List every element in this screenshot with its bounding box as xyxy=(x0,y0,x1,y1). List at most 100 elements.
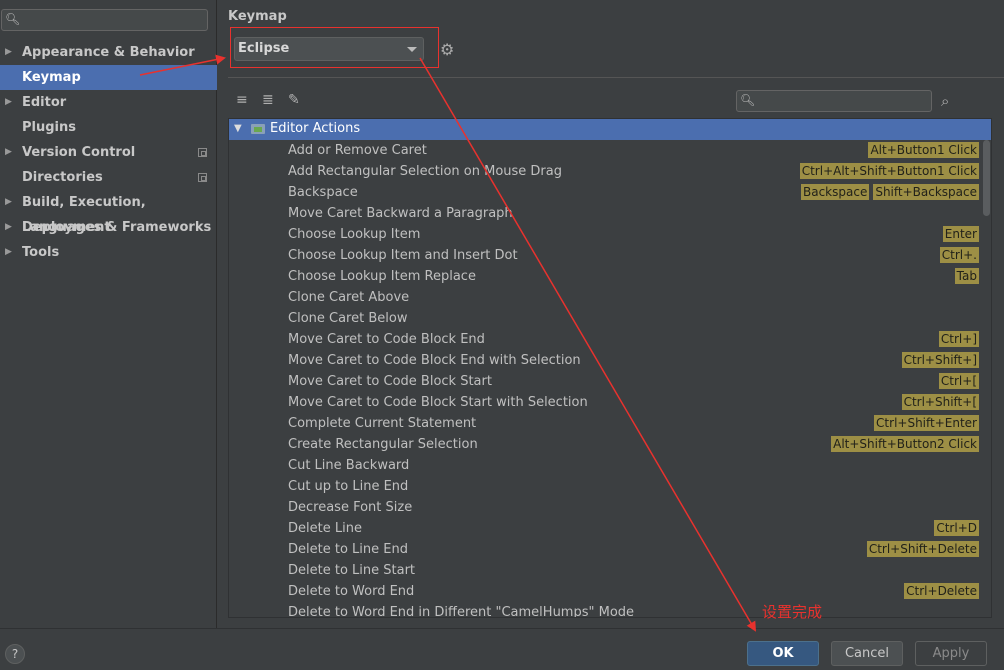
sidebar-item-directories[interactable]: Directories xyxy=(0,165,217,190)
shortcut-list: Ctrl+. xyxy=(939,247,979,263)
sidebar-item-plugins[interactable]: Plugins xyxy=(0,115,217,140)
sidebar-item-build-execution-deployment[interactable]: ▶ Build, Execution, Deployment xyxy=(0,190,217,235)
shortcut-list: Ctrl+[ xyxy=(938,373,979,389)
shortcut-list: Ctrl+Delete xyxy=(904,583,979,599)
action-name: Move Caret to Code Block End with Select… xyxy=(288,353,581,368)
sidebar-item-label: Languages & Frameworks xyxy=(22,220,212,235)
tree-row[interactable]: Move Caret to Code Block End Ctrl+] xyxy=(229,329,981,350)
chevron-right-icon[interactable]: ▶ xyxy=(5,40,12,65)
shortcut-list: Ctrl+Shift+] xyxy=(901,352,979,368)
edit-icon[interactable]: ✎ xyxy=(288,92,300,108)
shortcut-badge: Enter xyxy=(942,226,979,242)
action-name: Decrease Font Size xyxy=(288,500,413,515)
chevron-right-icon[interactable]: ▶ xyxy=(5,240,12,265)
shortcut-badge: Ctrl+Alt+Shift+Button1 Click xyxy=(799,163,979,179)
apply-button[interactable]: Apply xyxy=(915,641,987,666)
action-name: Choose Lookup Item xyxy=(288,227,421,242)
tree-row[interactable]: Clone Caret Below xyxy=(229,308,981,329)
shortcut-list: Enter xyxy=(942,226,979,242)
tree-row[interactable]: Move Caret to Code Block End with Select… xyxy=(229,350,981,371)
shortcut-list: Ctrl+] xyxy=(938,331,979,347)
collapse-all-icon[interactable]: ≣ xyxy=(262,92,274,108)
search-icon: 🔍︎ xyxy=(740,93,756,107)
sidebar-item-label: Version Control xyxy=(22,145,136,160)
cancel-button[interactable]: Cancel xyxy=(831,641,903,666)
shortcut-list: Ctrl+Shift+[ xyxy=(901,394,979,410)
tree-group-label: Editor Actions xyxy=(270,121,361,136)
divider xyxy=(228,77,1004,78)
shortcut-badge: Ctrl+] xyxy=(938,331,979,347)
tree-row[interactable]: Delete to Word End Ctrl+Delete xyxy=(229,581,981,602)
shortcut-list: Alt+Button1 Click xyxy=(868,142,979,158)
tree-row[interactable]: Choose Lookup Item Replace Tab xyxy=(229,266,981,287)
sidebar-item-appearance-behavior[interactable]: ▶ Appearance & Behavior xyxy=(0,40,217,65)
shortcut-badge: Ctrl+Shift+] xyxy=(901,352,979,368)
sidebar-item-label: Directories xyxy=(22,170,103,185)
shortcut-badge: Alt+Shift+Button2 Click xyxy=(831,436,979,452)
tree-row[interactable]: Move Caret to Code Block Start with Sele… xyxy=(229,392,981,413)
tree-row[interactable]: Add or Remove Caret Alt+Button1 Click xyxy=(229,140,981,161)
sidebar-item-keymap[interactable]: Keymap xyxy=(0,65,217,90)
sidebar-item-label: Appearance & Behavior xyxy=(22,45,195,60)
action-name: Choose Lookup Item and Insert Dot xyxy=(288,248,518,263)
chevron-right-icon[interactable]: ▶ xyxy=(5,140,12,165)
tree-row[interactable]: Delete to Word End in Different "CamelHu… xyxy=(229,602,981,617)
sidebar-search-input[interactable]: 🔍︎ xyxy=(1,9,208,31)
tree-row[interactable]: Cut Line Backward xyxy=(229,455,981,476)
action-name: Move Caret to Code Block Start with Sele… xyxy=(288,395,588,410)
shortcut-badge: Shift+Backspace xyxy=(873,184,979,200)
tree-row[interactable]: Decrease Font Size xyxy=(229,497,981,518)
tree-row[interactable]: Move Caret Backward a Paragraph xyxy=(229,203,981,224)
tree-row[interactable]: Add Rectangular Selection on Mouse Drag C… xyxy=(229,161,981,182)
shortcut-list: Ctrl+Alt+Shift+Button1 Click xyxy=(799,163,979,179)
shortcut-badge: Backspace xyxy=(800,184,870,200)
tree-group-row[interactable]: ▼ Editor Actions xyxy=(229,119,991,140)
vertical-scrollbar[interactable] xyxy=(983,140,990,216)
project-scope-icon xyxy=(198,173,207,182)
shortcut-badge: Ctrl+Shift+Enter xyxy=(874,415,979,431)
sidebar-item-editor[interactable]: ▶ Editor xyxy=(0,90,217,115)
tree-row[interactable]: Create Rectangular Selection Alt+Shift+Bu… xyxy=(229,434,981,455)
find-by-shortcut-icon[interactable]: ⌕ xyxy=(941,92,949,110)
tree-row[interactable]: Delete Line Ctrl+D xyxy=(229,518,981,539)
tree-row[interactable]: Clone Caret Above xyxy=(229,287,981,308)
tree-row[interactable]: Complete Current Statement Ctrl+Shift+Ent… xyxy=(229,413,981,434)
shortcut-badge: Ctrl+D xyxy=(934,520,979,536)
project-scope-icon xyxy=(198,148,207,157)
tree-row[interactable]: Choose Lookup Item Enter xyxy=(229,224,981,245)
tree-row[interactable]: Delete to Line Start xyxy=(229,560,981,581)
action-name: Delete Line xyxy=(288,521,362,536)
annotation-label: 设置完成 xyxy=(762,603,823,621)
chevron-right-icon[interactable]: ▶ xyxy=(5,190,12,215)
gear-icon[interactable]: ⚙ xyxy=(440,40,454,59)
action-name: Cut up to Line End xyxy=(288,479,409,494)
sidebar-item-label: Editor xyxy=(22,95,67,110)
expand-triangle-icon[interactable]: ▼ xyxy=(234,119,242,139)
chevron-right-icon[interactable]: ▶ xyxy=(5,90,12,115)
keymap-search-input[interactable]: 🔍︎ xyxy=(736,90,932,112)
chevron-right-icon[interactable]: ▶ xyxy=(5,215,12,240)
tree-row[interactable]: Backspace Backspace Shift+Backspace xyxy=(229,182,981,203)
action-name: Cut Line Backward xyxy=(288,458,410,473)
expand-all-icon[interactable]: ≡ xyxy=(236,92,248,108)
action-name: Backspace xyxy=(288,185,358,200)
keymap-tree[interactable]: ▼ Editor Actions Add or Remove Caret Alt+… xyxy=(228,118,992,618)
folder-icon xyxy=(251,124,265,134)
tree-row[interactable]: Move Caret to Code Block Start Ctrl+[ xyxy=(229,371,981,392)
shortcut-list: Ctrl+D xyxy=(934,520,979,536)
action-name: Clone Caret Above xyxy=(288,290,410,305)
help-button[interactable]: ? xyxy=(5,644,25,664)
sidebar-item-languages-frameworks[interactable]: ▶ Languages & Frameworks xyxy=(0,215,217,240)
action-name: Move Caret to Code Block End xyxy=(288,332,485,347)
tree-row[interactable]: Cut up to Line End xyxy=(229,476,981,497)
ok-button[interactable]: OK xyxy=(747,641,819,666)
action-name: Choose Lookup Item Replace xyxy=(288,269,476,284)
action-name: Delete to Line Start xyxy=(288,563,416,578)
action-name: Add or Remove Caret xyxy=(288,143,427,158)
action-name: Create Rectangular Selection xyxy=(288,437,478,452)
sidebar-item-version-control[interactable]: ▶ Version Control xyxy=(0,140,217,165)
shortcut-badge: Tab xyxy=(954,268,979,284)
sidebar-item-tools[interactable]: ▶ Tools xyxy=(0,240,217,265)
tree-row[interactable]: Choose Lookup Item and Insert Dot Ctrl+. xyxy=(229,245,981,266)
tree-row[interactable]: Delete to Line End Ctrl+Shift+Delete xyxy=(229,539,981,560)
